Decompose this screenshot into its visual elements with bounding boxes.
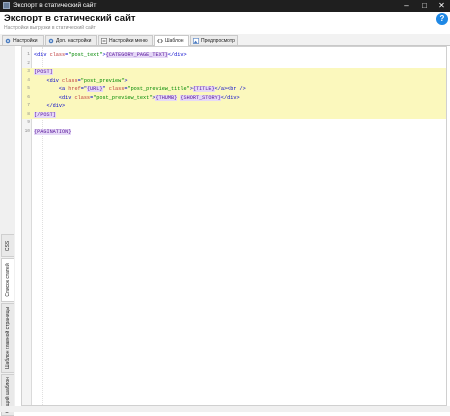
side-tab-bar: CSS Список статей Шаблон главной страниц… [0,46,15,416]
dialog-header: Экспорт в статический сайт Настройки выг… [0,12,450,34]
image-icon [193,38,199,44]
code-token: class [108,86,125,92]
code-token: <div [34,94,75,101]
gear-icon [48,38,54,44]
code-token: [POST] [34,69,53,75]
page-title: Экспорт в статический сайт [4,13,136,24]
tab-menu-settings[interactable]: Настройки меню [98,35,153,45]
code-text: <a href="{URL}" class="post_preview_titl… [34,85,246,94]
app-icon [3,2,10,9]
code-token: > [124,77,128,84]
code-token: {THUMB} [155,94,178,101]
code-token: class [62,77,78,84]
line-number: 3 [27,69,30,74]
code-token: {CATEGORY_PAGE_TEXT} [105,52,168,58]
line-number: 10 [24,128,30,134]
tab-settings[interactable]: Настройки [2,35,44,45]
code-token: "post_preview" [80,77,125,84]
window-titlebar: Экспорт в статический сайт – □ ✕ [0,0,450,12]
code-text: <div class="post_preview"> [34,77,127,86]
side-tab-css[interactable]: CSS [1,234,14,257]
code-token: {SHORT_STORY} [180,94,221,101]
line-number: 2 [27,60,30,66]
code-token: <div [34,77,63,84]
code-line[interactable]: 4 <div class="post_preview"> [22,76,446,86]
code-line[interactable]: 10 {PAGINATION} [22,128,446,137]
code-line[interactable]: 3 [POST] [22,68,446,77]
code-token: class [49,52,66,58]
side-tab-article-list[interactable]: Список статей [1,258,14,302]
code-token: "post_preview_title" [127,86,190,92]
code-token: {URL} [86,86,103,92]
status-bar [0,406,450,412]
code-icon [157,38,163,44]
help-button[interactable]: ? [436,13,448,25]
code-token: {PAGINATION} [34,128,72,135]
code-token: "post_text" [68,52,103,58]
code-token: <a [34,86,69,92]
code-token: href [68,86,81,92]
tab-label: Предпросмотр [201,38,235,44]
code-token: <div [34,52,50,58]
code-text: </div> [34,102,65,111]
code-token: </div> [34,103,66,109]
line-number: 8 [27,111,30,117]
line-number: 4 [27,77,30,83]
minimize-button[interactable]: – [398,0,415,12]
line-number: 6 [27,94,30,100]
tab-label: Настройки [13,38,38,44]
line-number: 1 [27,52,30,57]
page-subtitle: Настройки выгрузки в статический сайт [4,25,96,31]
code-token: </div> [220,94,240,101]
code-line[interactable]: 9 [22,119,446,128]
code-line[interactable]: 8 [/POST] [22,110,446,120]
tab-template[interactable]: Шаблон [154,35,189,46]
line-number: 5 [27,86,30,91]
line-number: 9 [27,120,30,125]
code-token: {TITLE} [192,86,215,92]
gear-icon [5,38,11,44]
code-text: {PAGINATION} [34,128,72,137]
line-number: 7 [27,103,30,108]
side-tab-main-page-template[interactable]: Шаблон главной страницы [1,303,14,373]
code-line[interactable]: 5 <a href="{URL}" class="post_preview_ti… [22,85,446,94]
code-text: <div class="post_preview_text">{THUMB} {… [34,94,240,103]
code-token: "post_preview_text" [93,94,153,101]
tab-label: Настройки меню [109,38,148,44]
code-token: =" [80,86,87,92]
side-tab-label: Список статей [5,263,11,297]
close-button[interactable]: ✕ [433,0,450,12]
code-text: <div class="post_text">{CATEGORY_PAGE_TE… [34,51,187,60]
side-tab-label: CSS [5,240,11,251]
code-token: class [74,94,91,101]
tab-extra-settings[interactable]: Доп. настройки [45,35,97,45]
code-line[interactable]: 6 <div class="post_preview_text">{THUMB}… [22,93,446,103]
tab-label: Доп. настройки [56,38,92,44]
maximize-button[interactable]: □ [416,0,433,12]
code-editor[interactable]: 1 <div class="post_text">{CATEGORY_PAGE_T… [21,46,447,406]
code-text: [/POST] [34,111,56,120]
menu-icon [101,38,107,44]
code-token: </a><br /> [214,86,246,92]
code-line[interactable]: 2 [22,60,446,69]
code-token: </div> [167,52,187,58]
side-tab-label: Шаблон главной страницы [5,306,11,370]
code-token: [/POST] [34,111,56,118]
code-line[interactable]: 7 </div> [22,102,446,111]
code-text: [POST] [34,68,53,77]
code-line[interactable]: 1 <div class="post_text">{CATEGORY_PAGE_T… [22,51,446,60]
tab-preview[interactable]: Предпросмотр [190,35,238,45]
tab-bar: Настройки Доп. настройки Настройки меню … [0,34,450,46]
window-title: Экспорт в статический сайт [13,2,97,9]
tab-label: Шаблон [165,38,184,44]
